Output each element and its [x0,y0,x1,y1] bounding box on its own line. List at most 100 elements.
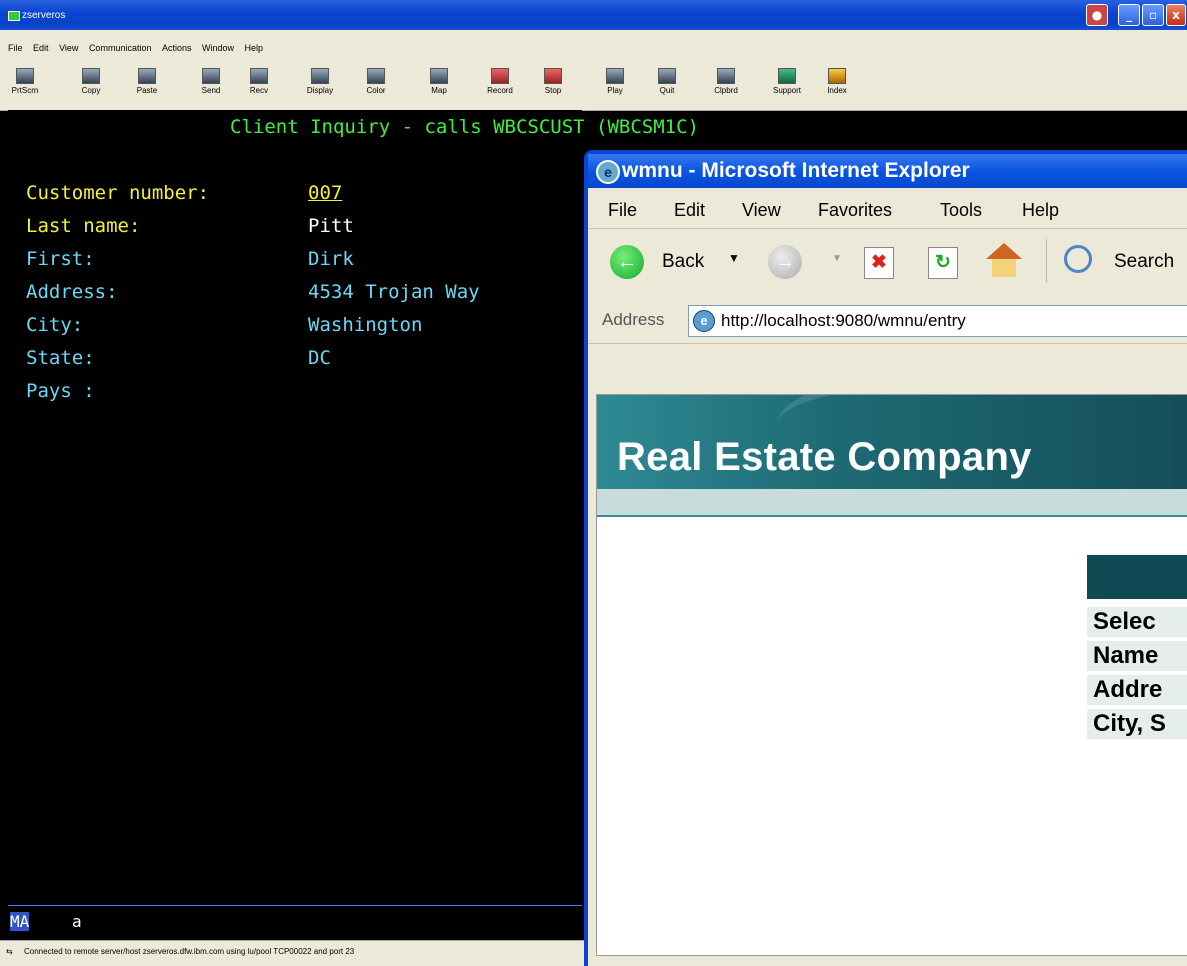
minimize-button[interactable]: _ [1118,4,1140,26]
terminal-screen[interactable]: Client Inquiry - calls WBCSCUST (WBCSM1C… [8,110,699,910]
page-banner: Real Estate Company [597,395,1187,489]
index-button[interactable]: Index [822,66,852,106]
browser-toolbar: ← Back ▼ → ▼ ✖ ↻ Search [588,229,1187,298]
state-label: State: [26,347,95,369]
url-text: http://localhost:9080/wmnu/entry [721,311,966,330]
first-name-value: Dirk [308,248,354,270]
paste-icon [138,68,156,84]
map-button[interactable]: Map [424,66,454,106]
menu-actions[interactable]: Actions [162,43,192,53]
menu-view[interactable]: View [59,43,78,53]
customer-number-input[interactable]: 007 [308,182,342,204]
home-icon[interactable] [986,243,1022,259]
record-button[interactable]: Record [480,66,520,106]
index-icon [828,68,846,84]
screen-heading: Client Inquiry - calls WBCSCUST (WBCSM1C… [230,116,699,138]
table-header [1087,555,1187,599]
refresh-icon[interactable]: ↻ [928,247,958,279]
home-icon-body [992,259,1016,277]
stop-button[interactable]: Stop [538,66,568,106]
copy-icon [82,68,100,84]
stop-icon [544,68,562,84]
city-value: Washington [308,314,423,336]
paste-button[interactable]: Paste [132,66,162,106]
map-icon [430,68,448,84]
table-row: Selec [1087,607,1187,637]
support-button[interactable]: Support [766,66,808,106]
recv-button[interactable]: Recv [244,66,274,106]
browser-title-bar[interactable]: e wmnu - Microsoft Internet Explorer [588,154,1187,188]
session-indicator: a [72,912,82,931]
back-button[interactable]: Back [662,251,704,273]
address-input[interactable]: e http://localhost:9080/wmnu/entry [688,305,1187,337]
ie-logo-icon: e [596,160,620,184]
system-icon[interactable]: ● [1086,4,1108,26]
menu-view[interactable]: View [742,200,781,221]
back-arrow-icon[interactable]: ← [610,245,644,279]
support-icon [778,68,796,84]
menu-window[interactable]: Window [202,43,234,53]
back-dropdown-icon[interactable]: ▼ [728,251,740,265]
printer-icon [16,68,34,84]
search-button[interactable]: Search [1114,251,1174,273]
menu-edit[interactable]: Edit [33,43,49,53]
search-icon[interactable] [1064,245,1092,273]
customer-number-label: Customer number: [26,182,210,204]
session-mode: MA [10,912,30,931]
page-icon: e [693,310,715,332]
first-name-label: First: [26,248,95,270]
menu-favorites[interactable]: Favorites [818,200,892,221]
emulator-toolbar: PrtScrn Copy Paste Send Recv Display Col… [0,60,1187,111]
last-name-value: Pitt [308,215,354,237]
stop-icon[interactable]: ✖ [864,247,894,279]
address-label: Address [602,310,665,329]
play-icon [606,68,624,84]
state-value: DC [308,347,331,369]
receive-icon [250,68,268,84]
quit-button[interactable]: Quit [652,66,682,106]
display-button[interactable]: Display [302,66,338,106]
city-label: City: [26,314,84,336]
send-icon [202,68,220,84]
play-button[interactable]: Play [600,66,630,106]
banner-subbar [597,489,1187,517]
menu-communication[interactable]: Communication [89,43,152,53]
menu-edit[interactable]: Edit [674,200,705,221]
prtscrn-button[interactable]: PrtScrn [10,66,40,106]
emulator-title: zserveros [22,10,66,21]
close-button[interactable]: x [1166,4,1186,26]
browser-title: wmnu - Microsoft Internet Explorer [622,159,970,182]
copy-button[interactable]: Copy [76,66,106,106]
send-button[interactable]: Send [196,66,226,106]
menu-file[interactable]: File [8,43,23,53]
menu-tools[interactable]: Tools [940,200,982,221]
menu-file[interactable]: File [608,200,637,221]
browser-menu-bar: File Edit View Favorites Tools Help [588,188,1187,229]
address-value: 4534 Trojan Way [308,281,480,303]
quit-icon [658,68,676,84]
menu-help[interactable]: Help [1022,200,1059,221]
banner-title: Real Estate Company [617,435,1032,479]
menu-help[interactable]: Help [245,43,264,53]
browser-window: e wmnu - Microsoft Internet Explorer Fil… [584,150,1187,966]
app-icon [8,11,20,21]
forward-dropdown-icon[interactable]: ▼ [832,253,842,264]
table-row: Name [1087,641,1187,671]
connection-icon: ⇆ [6,947,13,956]
color-icon [367,68,385,84]
clipboard-icon [717,68,735,84]
clipboard-button[interactable]: Clpbrd [708,66,744,106]
last-name-label: Last name: [26,215,141,237]
emulator-menu-bar: File Edit View Communication Actions Win… [0,38,1187,60]
restore-button[interactable]: ▫ [1142,4,1164,26]
emulator-status-bar: ⇆ Connected to remote server/host zserve… [0,940,585,963]
display-icon [311,68,329,84]
address-label: Address: [26,281,118,303]
emulator-title-bar[interactable]: zserveros ● _ ▫ x [0,0,1187,30]
color-button[interactable]: Color [358,66,394,106]
address-bar: Address e http://localhost:9080/wmnu/ent… [588,297,1187,344]
pays-label: Pays : [26,380,95,402]
record-icon [491,68,509,84]
operator-info-area: MA a [8,905,582,938]
forward-arrow-icon[interactable]: → [768,245,802,279]
